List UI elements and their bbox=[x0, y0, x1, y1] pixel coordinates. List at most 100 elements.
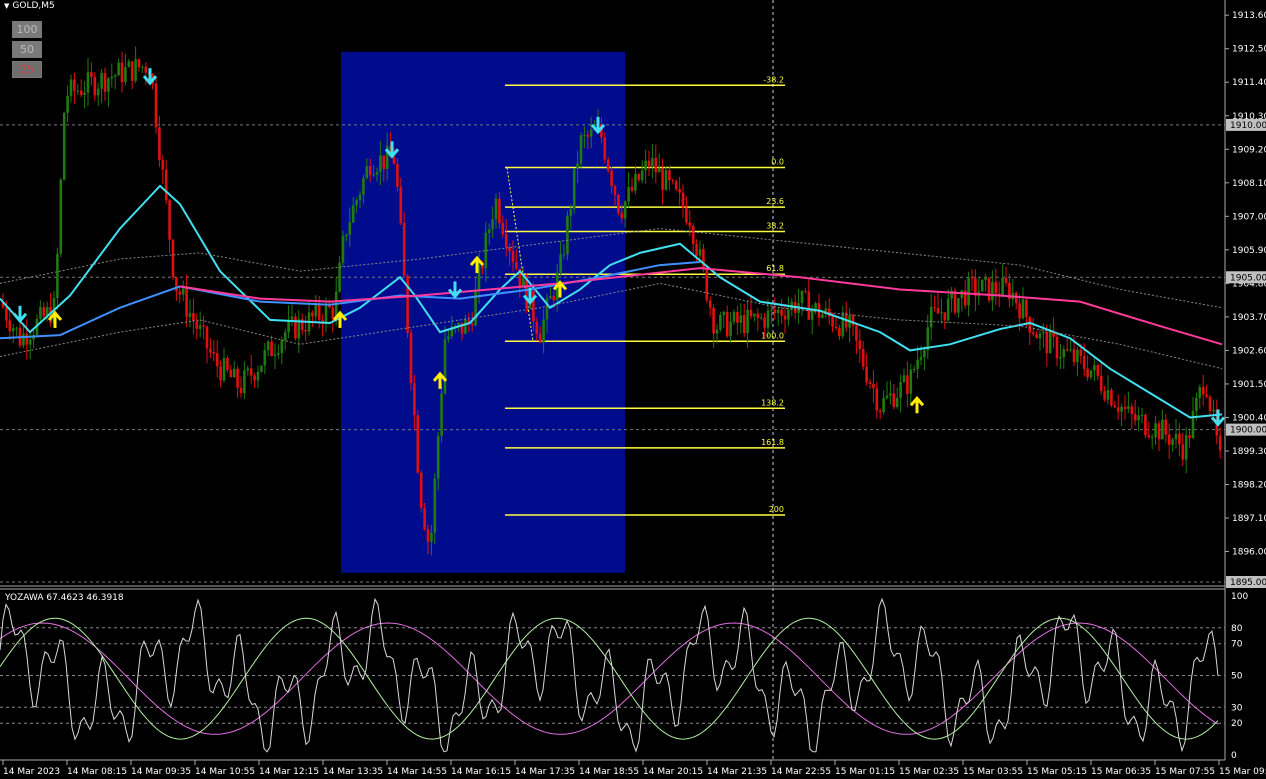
candle-body bbox=[838, 328, 841, 337]
candle-body bbox=[5, 307, 8, 321]
candle-body bbox=[372, 174, 375, 176]
candle-body bbox=[107, 78, 110, 92]
candle-body bbox=[708, 300, 712, 308]
candle-body bbox=[504, 233, 508, 248]
candle-body bbox=[895, 397, 899, 407]
time-tick-label: 14 Mar 21:35 bbox=[707, 767, 767, 777]
candle-body bbox=[283, 332, 287, 341]
candle-body bbox=[1188, 435, 1191, 439]
chart-title[interactable]: ▼ GOLD,M5 bbox=[4, 1, 55, 11]
price-tick-label: 1913.60 bbox=[1232, 11, 1266, 21]
candle-body bbox=[773, 309, 777, 314]
candle-body bbox=[929, 307, 933, 328]
candle-body bbox=[345, 234, 348, 237]
candle-body bbox=[120, 62, 124, 82]
candle-body bbox=[957, 298, 960, 313]
candle-body bbox=[416, 415, 420, 473]
candle-body bbox=[158, 127, 161, 160]
candle-body bbox=[586, 134, 590, 137]
period-100-button[interactable]: 100 bbox=[12, 21, 42, 38]
oscillator-axis-label: 80 bbox=[1231, 624, 1243, 634]
price-level-marker-label: 1900.00 bbox=[1230, 426, 1266, 436]
candle-body bbox=[906, 375, 909, 394]
candle-body bbox=[59, 179, 63, 254]
candle-body bbox=[402, 223, 406, 276]
candle-body bbox=[613, 186, 617, 195]
candle-body bbox=[266, 341, 270, 351]
candle-body bbox=[994, 282, 998, 294]
candle-body bbox=[253, 375, 256, 381]
candle-body bbox=[409, 332, 413, 384]
candle-body bbox=[436, 435, 440, 479]
candle-body bbox=[899, 382, 902, 398]
period-50-button[interactable]: 50 bbox=[12, 41, 42, 58]
candle-body bbox=[1059, 357, 1062, 359]
candle-body bbox=[419, 472, 423, 508]
candle-body bbox=[753, 313, 756, 317]
candle-body bbox=[430, 532, 433, 542]
candle-body bbox=[219, 366, 222, 381]
candle-body bbox=[1106, 389, 1110, 400]
candle-body bbox=[637, 173, 641, 181]
candle-body bbox=[66, 95, 69, 113]
candle-body bbox=[1195, 397, 1198, 412]
candle-body bbox=[511, 251, 515, 263]
candle-body bbox=[470, 323, 474, 326]
candle-body bbox=[1099, 375, 1103, 392]
candle-body bbox=[290, 316, 294, 320]
candle-body bbox=[56, 253, 59, 299]
fib-level-label: -38.2 bbox=[763, 75, 784, 84]
candle-body bbox=[1116, 407, 1120, 412]
candle-body bbox=[630, 186, 634, 191]
candle-body bbox=[501, 223, 505, 234]
candle-body bbox=[215, 353, 219, 367]
candle-body bbox=[15, 327, 18, 329]
candle-body bbox=[1031, 332, 1035, 335]
price-tick-label: 1901.50 bbox=[1232, 380, 1266, 390]
candle-body bbox=[304, 329, 307, 332]
fib-level-label: 61.8 bbox=[766, 264, 784, 273]
candle-body bbox=[134, 59, 137, 81]
time-tick-label: 14 Mar 08:15 bbox=[67, 767, 127, 777]
candle-body bbox=[498, 198, 501, 224]
candle-body bbox=[603, 137, 607, 160]
candle-body bbox=[229, 369, 233, 378]
candle-body bbox=[695, 243, 698, 256]
candle-body bbox=[1127, 406, 1130, 409]
candle-body bbox=[1072, 349, 1076, 363]
candle-body bbox=[715, 329, 719, 334]
candle-body bbox=[831, 316, 834, 327]
candle-body bbox=[712, 307, 715, 334]
triangle-down-icon[interactable]: ▼ bbox=[4, 2, 9, 10]
candle-body bbox=[328, 305, 331, 308]
candle-body bbox=[644, 160, 647, 171]
candle-body bbox=[76, 90, 80, 92]
candle-body bbox=[515, 262, 518, 269]
candle-body bbox=[1164, 419, 1168, 435]
candle-body bbox=[481, 265, 484, 269]
candle-body bbox=[1079, 349, 1083, 356]
candle-body bbox=[243, 370, 246, 394]
candle-body bbox=[1062, 349, 1066, 358]
candle-body bbox=[872, 383, 875, 389]
price-level-marker-label: 1895.00 bbox=[1230, 578, 1266, 588]
candle-body bbox=[606, 159, 610, 171]
candle-body bbox=[39, 307, 42, 319]
period-25-button[interactable]: 25 bbox=[12, 61, 42, 78]
candle-body bbox=[804, 290, 807, 292]
candle-body bbox=[355, 200, 358, 206]
candle-body bbox=[1035, 334, 1038, 339]
chart-canvas[interactable]: -38.20.023.638.261.8100.0138.2161.8200 1… bbox=[0, 0, 1266, 779]
candle-body bbox=[113, 75, 117, 77]
candle-body bbox=[399, 186, 403, 224]
price-tick-label: 1898.20 bbox=[1232, 480, 1266, 490]
candle-body bbox=[341, 236, 345, 263]
candle-body bbox=[579, 135, 583, 164]
highlight-zone bbox=[341, 51, 625, 573]
time-tick-label: 14 Mar 09:35 bbox=[131, 767, 191, 777]
candle-body bbox=[1130, 406, 1134, 415]
candle-body bbox=[212, 351, 216, 354]
candle-body bbox=[617, 194, 620, 213]
fib-level-label: 38.2 bbox=[766, 222, 784, 231]
candle-body bbox=[814, 303, 817, 310]
